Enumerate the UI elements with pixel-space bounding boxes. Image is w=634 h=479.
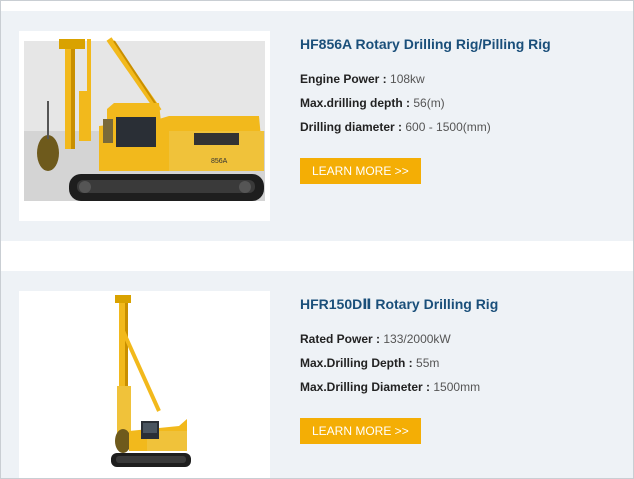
spec-label: Max.Drilling Depth : — [300, 356, 413, 370]
spec-label: Max.Drilling Diameter : — [300, 380, 431, 394]
rotary-drilling-rig-photo-icon: 856A — [24, 37, 265, 201]
product-list: 856A HF856A Rotary Drilling Rig/Pilling … — [0, 0, 634, 479]
spec-value: 1500mm — [433, 380, 481, 394]
spec-max-drilling-diameter: Max.Drilling Diameter : 1500mm — [300, 375, 498, 399]
spec-engine-power: Engine Power : 108kw — [300, 67, 551, 91]
spec-rated-power: Rated Power : 133/2000kW — [300, 327, 498, 351]
rotary-drilling-rig-photo-icon — [111, 295, 191, 467]
product-info: HF856A Rotary Drilling Rig/Pilling Rig E… — [300, 35, 551, 184]
learn-more-button[interactable]: LEARN MORE >> — [300, 158, 421, 184]
product-image[interactable] — [19, 291, 270, 478]
spec-drilling-diameter: Drilling diameter : 600 - 1500(mm) — [300, 115, 551, 139]
learn-more-button[interactable]: LEARN MORE >> — [300, 418, 421, 444]
spec-value: 600 - 1500(mm) — [405, 120, 491, 134]
spec-value: 108kw — [390, 72, 425, 86]
spec-max-drilling-depth: Max.Drilling Depth : 55m — [300, 351, 498, 375]
product-card: 856A HF856A Rotary Drilling Rig/Pilling … — [1, 11, 633, 241]
spec-label: Rated Power : — [300, 332, 381, 346]
product-title[interactable]: HF856A Rotary Drilling Rig/Pilling Rig — [300, 35, 551, 53]
spec-label: Max.drilling depth : — [300, 96, 410, 110]
spec-value: 56(m) — [413, 96, 445, 110]
product-image[interactable]: 856A — [19, 31, 270, 221]
spec-list: Engine Power : 108kw Max.drilling depth … — [300, 67, 551, 139]
product-card: HFR150DⅡ Rotary Drilling Rig Rated Power… — [1, 271, 633, 478]
model-mark: 856A — [211, 158, 228, 165]
product-title[interactable]: HFR150DⅡ Rotary Drilling Rig — [300, 295, 498, 313]
spec-value: 133/2000kW — [383, 332, 451, 346]
spec-value: 55m — [416, 356, 440, 370]
spec-list: Rated Power : 133/2000kW Max.Drilling De… — [300, 327, 498, 399]
spec-label: Engine Power : — [300, 72, 387, 86]
spec-max-drilling-depth: Max.drilling depth : 56(m) — [300, 91, 551, 115]
spec-label: Drilling diameter : — [300, 120, 403, 134]
product-info: HFR150DⅡ Rotary Drilling Rig Rated Power… — [300, 295, 498, 444]
